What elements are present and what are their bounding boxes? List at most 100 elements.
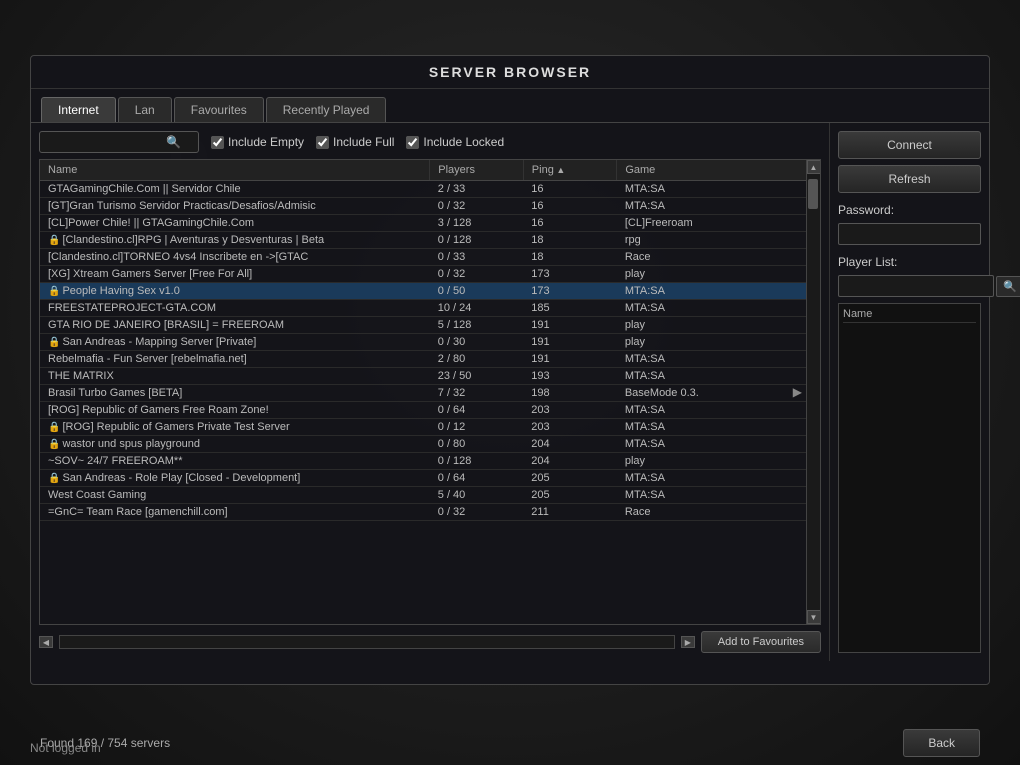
server-ping: 18	[523, 232, 617, 249]
server-name: 🔒San Andreas - Role Play [Closed - Devel…	[40, 470, 430, 487]
server-ping: 16	[523, 215, 617, 232]
server-ping: 16	[523, 198, 617, 215]
server-table: Name Players Ping Game GTAGamingChile.Co…	[40, 160, 820, 521]
server-ping: 204	[523, 453, 617, 470]
back-button[interactable]: Back	[903, 729, 980, 757]
table-row[interactable]: 🔒wastor und spus playground0 / 80204MTA:…	[40, 436, 820, 453]
table-row[interactable]: [Clandestino.cl]TORNEO 4vs4 Inscribete e…	[40, 249, 820, 266]
server-name: Rebelmafia - Fun Server [rebelmafia.net]	[40, 351, 430, 368]
table-row[interactable]: =GnC= Team Race [gamenchill.com]0 / 3221…	[40, 504, 820, 521]
player-search-button[interactable]: 🔍	[996, 276, 1020, 297]
server-game: MTA:SA	[617, 181, 820, 198]
connect-button[interactable]: Connect	[838, 131, 981, 159]
server-game: MTA:SA	[617, 300, 820, 317]
side-arrow: ▶	[793, 385, 802, 399]
server-game: MTA:SA	[617, 470, 820, 487]
server-ping: 191	[523, 334, 617, 351]
server-ping: 185	[523, 300, 617, 317]
scroll-down-btn[interactable]: ▼	[807, 610, 821, 624]
table-row[interactable]: GTAGamingChile.Com || Servidor Chile2 / …	[40, 181, 820, 198]
vertical-scrollbar[interactable]: ▲ ▼	[806, 160, 820, 624]
col-header-players[interactable]: Players	[430, 160, 524, 181]
server-game: play	[617, 266, 820, 283]
col-header-ping[interactable]: Ping	[523, 160, 617, 181]
server-ping: 205	[523, 470, 617, 487]
server-name: GTA RIO DE JANEIRO [BRASIL] = FREEROAM	[40, 317, 430, 334]
tab-internet[interactable]: Internet	[41, 97, 116, 122]
include-locked-label[interactable]: Include Locked	[406, 135, 504, 149]
table-row[interactable]: 🔒People Having Sex v1.00 / 50173MTA:SA	[40, 283, 820, 300]
server-ping: 173	[523, 266, 617, 283]
search-box: 🔍	[39, 131, 199, 153]
server-players: 5 / 40	[430, 487, 524, 504]
include-empty-checkbox[interactable]	[211, 136, 224, 149]
table-row[interactable]: 🔒[ROG] Republic of Gamers Private Test S…	[40, 419, 820, 436]
scroll-thumb[interactable]	[808, 179, 818, 209]
right-panel: Connect Refresh Password: Player List: 🔍…	[829, 123, 989, 661]
scroll-up-btn[interactable]: ▲	[807, 160, 821, 174]
server-name: [Clandestino.cl]TORNEO 4vs4 Inscribete e…	[40, 249, 430, 266]
server-players: 0 / 64	[430, 402, 524, 419]
scroll-left-btn[interactable]: ◀	[39, 636, 53, 648]
server-ping: 173	[523, 283, 617, 300]
server-name: [ROG] Republic of Gamers Free Roam Zone!	[40, 402, 430, 419]
table-row[interactable]: West Coast Gaming5 / 40205MTA:SA	[40, 487, 820, 504]
table-row[interactable]: [CL]Power Chile! || GTAGamingChile.Com3 …	[40, 215, 820, 232]
server-game: [CL]Freeroam	[617, 215, 820, 232]
server-players: 0 / 128	[430, 232, 524, 249]
server-ping: 203	[523, 402, 617, 419]
refresh-button[interactable]: Refresh	[838, 165, 981, 193]
include-full-checkbox[interactable]	[316, 136, 329, 149]
server-game: play	[617, 453, 820, 470]
table-row[interactable]: 🔒San Andreas - Mapping Server [Private]0…	[40, 334, 820, 351]
horizontal-scrollbar[interactable]	[59, 635, 675, 649]
server-name: =GnC= Team Race [gamenchill.com]	[40, 504, 430, 521]
tab-recently-played[interactable]: Recently Played	[266, 97, 387, 122]
server-players: 23 / 50	[430, 368, 524, 385]
filter-bar: 🔍 Include Empty Include Full Include Loc…	[39, 131, 821, 153]
table-row[interactable]: Rebelmafia - Fun Server [rebelmafia.net]…	[40, 351, 820, 368]
server-players: 5 / 128	[430, 317, 524, 334]
table-row[interactable]: [XG] Xtream Gamers Server [Free For All]…	[40, 266, 820, 283]
table-row[interactable]: FREESTATEPROJECT-GTA.COM10 / 24185MTA:SA	[40, 300, 820, 317]
include-empty-label[interactable]: Include Empty	[211, 135, 304, 149]
tab-lan[interactable]: Lan	[118, 97, 172, 122]
main-window: SERVER BROWSER Internet Lan Favourites R…	[30, 55, 990, 685]
include-full-label[interactable]: Include Full	[316, 135, 394, 149]
server-game: rpg	[617, 232, 820, 249]
table-row[interactable]: Brasil Turbo Games [BETA]7 / 32198BaseMo…	[40, 385, 820, 402]
server-name: FREESTATEPROJECT-GTA.COM	[40, 300, 430, 317]
player-list-label: Player List:	[838, 255, 981, 269]
password-label: Password:	[838, 203, 981, 217]
password-input[interactable]	[838, 223, 981, 245]
add-favourites-button[interactable]: Add to Favourites	[701, 631, 821, 653]
tab-bar: Internet Lan Favourites Recently Played	[31, 89, 989, 123]
table-row[interactable]: 🔒[Clandestino.cl]RPG | Aventuras y Desve…	[40, 232, 820, 249]
player-search-input[interactable]	[838, 275, 994, 297]
table-row[interactable]: 🔒San Andreas - Role Play [Closed - Devel…	[40, 470, 820, 487]
table-row[interactable]: [GT]Gran Turismo Servidor Practicas/Desa…	[40, 198, 820, 215]
tab-favourites[interactable]: Favourites	[174, 97, 264, 122]
server-name: 🔒San Andreas - Mapping Server [Private]	[40, 334, 430, 351]
table-row[interactable]: GTA RIO DE JANEIRO [BRASIL] = FREEROAM5 …	[40, 317, 820, 334]
table-row[interactable]: ~SOV~ 24/7 FREEROAM**0 / 128204play	[40, 453, 820, 470]
server-name: [GT]Gran Turismo Servidor Practicas/Desa…	[40, 198, 430, 215]
table-row[interactable]: [ROG] Republic of Gamers Free Roam Zone!…	[40, 402, 820, 419]
col-header-name[interactable]: Name	[40, 160, 430, 181]
search-input[interactable]	[46, 136, 166, 148]
server-players: 0 / 64	[430, 470, 524, 487]
server-game: BaseMode 0.3.	[617, 385, 820, 402]
server-ping: 191	[523, 351, 617, 368]
server-name: [CL]Power Chile! || GTAGamingChile.Com	[40, 215, 430, 232]
table-row[interactable]: THE MATRIX23 / 50193MTA:SA	[40, 368, 820, 385]
server-players: 7 / 32	[430, 385, 524, 402]
server-players: 0 / 50	[430, 283, 524, 300]
lock-icon: 🔒	[48, 422, 60, 433]
server-ping: 16	[523, 181, 617, 198]
include-locked-checkbox[interactable]	[406, 136, 419, 149]
server-name: Brasil Turbo Games [BETA]	[40, 385, 430, 402]
scroll-right-btn[interactable]: ▶	[681, 636, 695, 648]
col-header-game[interactable]: Game	[617, 160, 820, 181]
server-name: 🔒wastor und spus playground	[40, 436, 430, 453]
server-players: 0 / 32	[430, 504, 524, 521]
